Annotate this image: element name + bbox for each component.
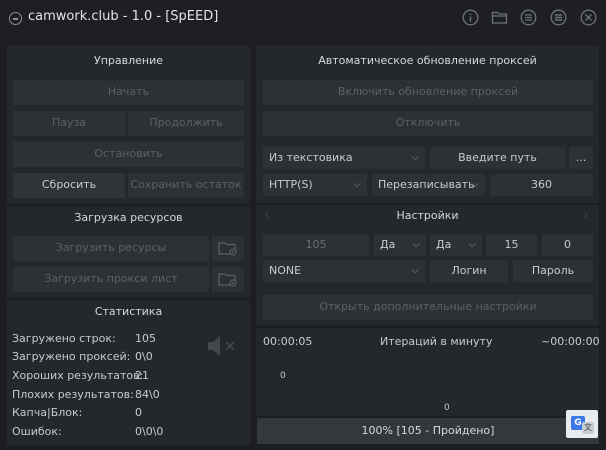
load-resources-button[interactable]: Загрузить ресурсы	[13, 236, 209, 261]
chevron-down-icon: ⌵	[353, 179, 361, 190]
save-rest-button[interactable]: Сохранить остаток	[128, 173, 244, 198]
password-input[interactable]: Пароль	[513, 260, 593, 282]
stat-label: Хороших результатов:	[12, 369, 144, 382]
app-logo-icon	[9, 12, 22, 25]
graph-x-value: 0	[444, 403, 450, 413]
info-icon[interactable]	[462, 9, 479, 26]
resources-folder-button[interactable]	[212, 236, 244, 261]
proxy-source-value: Из текстовика	[269, 151, 353, 164]
chevron-down-icon: ⌵	[412, 239, 420, 250]
folder-settings-icon	[218, 241, 237, 256]
control-title: Управление	[93, 54, 163, 67]
window-title: camwork.club - 1.0 - [SpEED]	[28, 9, 219, 24]
pause-button[interactable]: Пауза	[13, 111, 125, 136]
stat-value: 0\0	[135, 350, 153, 363]
browse-button[interactable]: ...	[569, 147, 593, 169]
option1-value: Да	[380, 238, 396, 251]
stat-label: Загружено проксей:	[12, 350, 131, 363]
chevron-down-icon: ⌵	[411, 265, 419, 276]
list-icon[interactable]	[520, 9, 537, 26]
retries-input[interactable]: 0	[542, 234, 593, 256]
proxy-type-value: HTTP(S)	[269, 178, 313, 191]
threads-input[interactable]: 105	[263, 234, 369, 256]
stat-label: Плохих результатов:	[12, 388, 134, 401]
settings-title: Настройки	[396, 209, 459, 222]
title-bar: camwork.club - 1.0 - [SpEED]	[0, 0, 606, 36]
stat-value: 105	[135, 332, 156, 345]
proxy-type-select[interactable]: HTTP(S) ⌵	[263, 174, 367, 196]
advanced-settings-button[interactable]: Открыть дополнительные настройки	[263, 295, 593, 320]
option2-select[interactable]: Да ⌵	[430, 234, 482, 256]
write-mode-value: Перезаписывать	[378, 178, 475, 191]
proxy-folder-button[interactable]	[212, 267, 244, 292]
elapsed-time: 00:00:05	[263, 335, 313, 348]
auth-select[interactable]: NONE ⌵	[263, 260, 425, 282]
path-input[interactable]: Введите путь	[430, 147, 565, 169]
chevron-right-icon[interactable]: ›	[583, 207, 589, 223]
stat-label: Капча|Блок:	[12, 406, 83, 419]
proxy-update-title: Автоматическое обновление проксей	[318, 54, 537, 67]
auth-value: NONE	[269, 264, 302, 277]
stat-value: 21	[135, 369, 149, 382]
stat-value: 84\0	[135, 388, 160, 401]
chevron-down-icon: ⌵	[468, 239, 476, 250]
write-mode-select[interactable]: Перезаписывать ⌵	[372, 174, 485, 196]
option1-select[interactable]: Да ⌵	[374, 234, 426, 256]
translate-icon[interactable]: G 文	[566, 410, 598, 438]
graph-y-value: 0	[280, 371, 286, 381]
stat-label: Ошибок:	[12, 425, 62, 438]
update-interval-input[interactable]: 360	[490, 174, 593, 196]
remaining-time: ~00:00:00	[541, 335, 600, 348]
start-button[interactable]: Начать	[13, 80, 244, 105]
load-proxy-button[interactable]: Загрузить прокси лист	[13, 267, 209, 292]
resume-button[interactable]: Продолжить	[128, 111, 244, 136]
reset-button[interactable]: Сбросить	[13, 173, 125, 198]
stat-value: 0	[135, 406, 142, 419]
login-input[interactable]: Логин	[430, 260, 508, 282]
sound-muted-icon[interactable]	[205, 333, 237, 359]
stop-button[interactable]: Остановить	[13, 142, 244, 167]
disable-proxy-update-button[interactable]: Отключить	[263, 111, 593, 136]
stats-title: Статистика	[94, 305, 163, 318]
graph-title: Итераций в минуту	[380, 335, 493, 348]
proxy-source-select[interactable]: Из текстовика ⌵	[263, 147, 425, 169]
folder-settings-icon	[218, 272, 237, 287]
resources-title: Загрузка ресурсов	[74, 211, 183, 224]
menu-icon[interactable]	[550, 9, 567, 26]
progress-text: 100% [105 - Пройдено]	[361, 424, 495, 437]
timeout-input[interactable]: 15	[486, 234, 537, 256]
close-icon[interactable]	[580, 9, 597, 26]
stat-value: 0\0\0	[135, 425, 164, 438]
option2-value: Да	[436, 238, 452, 251]
chevron-down-icon: ⌵	[411, 152, 419, 163]
chevron-down-icon: ⌵	[471, 179, 479, 190]
translate-t-glyph: 文	[582, 422, 594, 434]
folder-icon[interactable]	[491, 9, 508, 26]
enable-proxy-update-button[interactable]: Включить обновление проксей	[263, 80, 593, 105]
stat-label: Загружено строк:	[12, 332, 116, 345]
progress-bar: 100% [105 - Пройдено]	[257, 418, 599, 444]
